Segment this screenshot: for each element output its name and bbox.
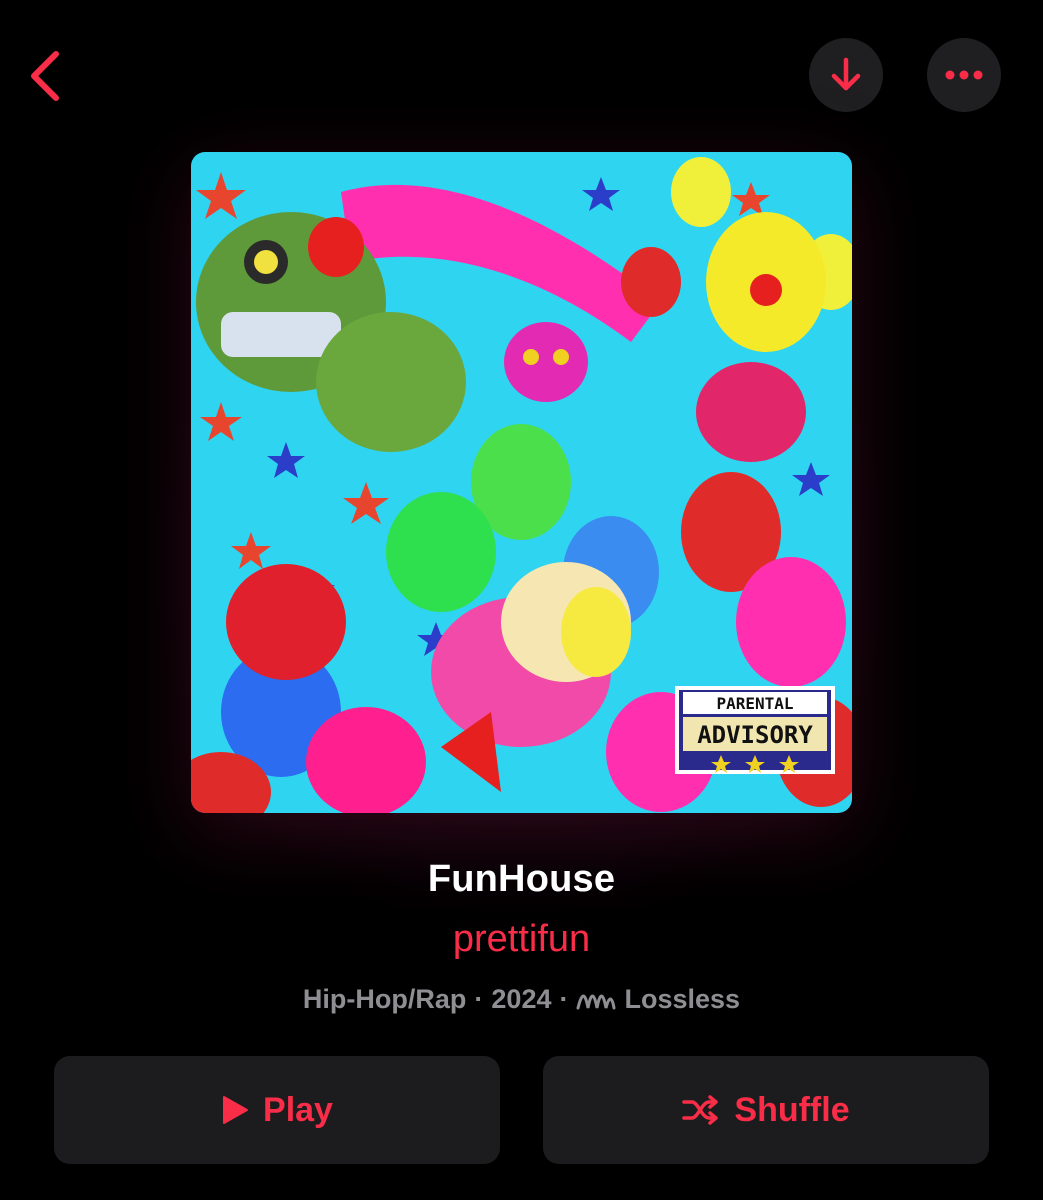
more-options-button[interactable] [927,38,1001,112]
shuffle-label: Shuffle [734,1090,850,1129]
play-button[interactable]: Play [54,1056,500,1164]
meta-separator: · [559,984,569,1014]
lossless-wave-icon [576,988,616,1012]
advisory-bottom-text: ADVISORY [697,721,813,749]
album-title: FunHouse [427,858,616,900]
year-label: 2024 [491,984,552,1014]
shuffle-icon [682,1095,720,1125]
meta-separator: · [474,984,484,1014]
advisory-top-text: PARENTAL [716,694,793,713]
play-label: Play [263,1090,333,1129]
artist-link[interactable]: prettifun [0,918,1043,961]
album-meta: Hip-Hop/Rap · 2024 · Lossless [0,984,1043,1015]
album-artwork[interactable]: PARENTAL ADVISORY [191,152,852,813]
genre-label: Hip-Hop/Rap [302,984,467,1014]
parental-advisory-label: PARENTAL ADVISORY [675,686,835,774]
quality-label: Lossless [624,984,741,1014]
play-icon [221,1095,249,1125]
album-screen: PARENTAL ADVISORY FunHouse prettifun Hip… [0,0,1043,1200]
ellipsis-icon [945,70,983,80]
arrow-down-icon [831,57,861,91]
download-button[interactable] [809,38,883,112]
shuffle-button[interactable]: Shuffle [543,1056,989,1164]
album-artwork-image: PARENTAL ADVISORY [191,152,852,813]
back-button[interactable] [14,44,74,108]
chevron-left-icon [31,51,59,101]
